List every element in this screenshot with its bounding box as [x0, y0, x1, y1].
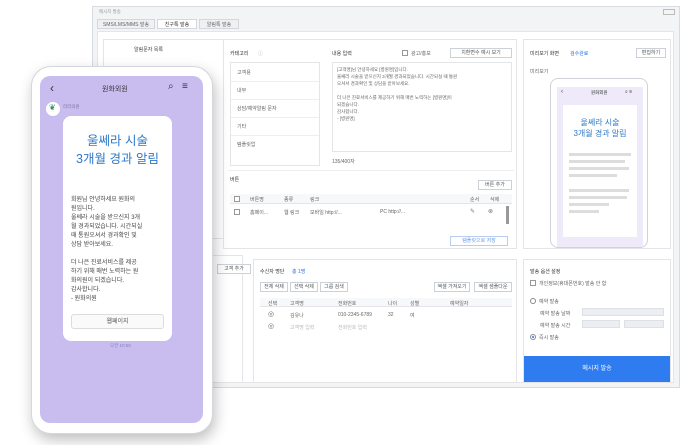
edit-icon[interactable]: ✎ — [470, 208, 475, 215]
category-list: 고객용 내부 상담/예약알림 문자 기타 템플릿업 — [230, 62, 320, 166]
save-template-button[interactable]: 템플릿으로 저장 — [450, 236, 508, 246]
category-item[interactable]: 고객용 — [237, 69, 251, 76]
preview-heading: 미리보기 화면 — [530, 51, 559, 57]
back-icon: ‹ — [561, 89, 563, 95]
byte-count: 135/400자 — [332, 159, 355, 165]
search-icon[interactable]: ⌕ — [168, 81, 174, 92]
table-row: 홈페이... 웹 링크 모바일 http://... PC http://...… — [230, 206, 512, 218]
select-target-icon[interactable]: ◎ — [268, 322, 274, 330]
ad-checkbox[interactable] — [402, 50, 408, 56]
reserve-minute-select[interactable] — [624, 320, 664, 328]
excel-import-button[interactable]: 엑셀 가져오기 — [434, 282, 470, 292]
preview-phone: ‹ 원화외원 ⌕ ≡ 울쎄라 시술 3개월 경과 알림 — [550, 78, 648, 248]
button-section-heading: 버튼 — [230, 177, 240, 183]
edit-preview-button[interactable]: 편집하기 — [636, 48, 666, 58]
table-row: ◎ 김유나 010-2345-6789 32 여 — [268, 310, 415, 319]
preview-bubble: 울쎄라 시술 3개월 경과 알림 — [563, 105, 637, 237]
reserve-date-input[interactable] — [582, 308, 664, 316]
brand-name: 리리의원 — [63, 104, 80, 109]
row-checkbox[interactable] — [234, 209, 240, 215]
webpage-button[interactable]: 웹페이지 — [71, 314, 164, 329]
message-bubble: 울쎄라 시술 3개월 경과 알림 회원님 안녕하세요 원화의 원입니다. 울쎄라… — [63, 116, 172, 341]
delete-selected-button[interactable]: 선택 삭제 — [290, 282, 318, 292]
template-list-heading: 알림문자 목록 — [134, 47, 163, 53]
immediate-label: 즉시 발송 — [539, 335, 559, 341]
add-button-button[interactable]: 버튼 추가 — [478, 180, 512, 190]
reserve-label: 예약 발송 — [539, 299, 559, 305]
group-search-button[interactable]: 그룹 검색 — [320, 282, 348, 292]
preview-panel: 미리보기 화면 검수완료 편집하기 미리보기 ‹ 원화외원 ⌕ ≡ 울쎄라 시술… — [523, 39, 671, 249]
compose-panel: 카테고리 ⓘ 고객용 내부 상담/예약알림 문자 기타 템플릿업 내용 입력 광… — [223, 39, 517, 249]
timestamp: 오전 10:58 — [110, 343, 131, 348]
table-row: ◎ 고객명 입력 전화번호 입력 — [260, 322, 512, 332]
recipients-heading: 수신자 명단 — [260, 269, 285, 275]
excel-sample-button[interactable]: 엑셀 샘플다운 — [474, 282, 512, 292]
privacy-checkbox[interactable] — [530, 280, 536, 286]
recipient-count: 총 1명 — [292, 269, 306, 275]
reserve-radio[interactable] — [530, 298, 536, 304]
phone-input[interactable]: 전화번호 입력 — [338, 324, 367, 331]
reserve-hour-select[interactable] — [582, 320, 620, 328]
preview-subheading: 미리보기 — [530, 69, 549, 75]
reserve-time-label: 예약 발송 시간 — [540, 323, 571, 329]
category-item[interactable]: 내부 — [237, 87, 246, 94]
headline-2: 3개월 경과 알림 — [76, 152, 159, 166]
send-options-heading: 발송 옵션 설정 — [530, 269, 561, 275]
recipients-panel: 수신자 명단 총 1명 전체 삭제 선택 삭제 그룹 검색 엑셀 가져오기 엑셀… — [253, 259, 517, 383]
tab-alimtalk[interactable]: 알림톡 발송 — [199, 19, 239, 29]
select-target-icon[interactable]: ◎ — [268, 310, 274, 318]
help-icon: ⓘ — [258, 51, 264, 57]
category-item[interactable]: 기타 — [237, 123, 246, 130]
tab-friendtalk[interactable]: 친구톡 발송 — [157, 19, 197, 29]
content-heading: 내용 입력 — [332, 51, 352, 57]
scrollbar[interactable] — [506, 206, 509, 224]
ad-checkbox-label: 광고/홍보 — [411, 51, 431, 57]
status-badge: 검수완료 — [570, 51, 589, 57]
button-table-header: 버튼명 종류 링크 순서 삭제 — [230, 194, 512, 204]
immediate-radio[interactable] — [530, 334, 536, 340]
select-all-checkbox[interactable] — [234, 196, 240, 202]
search-icon: ⌕ ≡ — [625, 89, 633, 95]
window-control-icon[interactable] — [663, 9, 675, 15]
privacy-checkbox-label: 개인정보(휴대폰번호) 발송 안 함 — [539, 281, 607, 287]
message-textarea[interactable]: [고객명]님 안녕하세요 [병원명]입니다. 울쎄라 시술을 받으신지 3개월 … — [332, 62, 512, 152]
name-input[interactable]: 고객명 입력 — [290, 324, 314, 331]
recipient-table-header: 선택 고객명 전화번호 나이 성별 예약일자 — [260, 298, 512, 307]
send-options-panel: 발송 옵션 설정 개인정보(휴대폰번호) 발송 안 함 예약 발송 예약 발송 … — [523, 259, 671, 383]
back-icon[interactable]: ‹ — [50, 81, 54, 95]
category-item[interactable]: 템플릿업 — [237, 141, 255, 148]
menu-icon[interactable]: ≡ — [182, 81, 188, 92]
reserve-date-label: 예약 발송 날짜 — [540, 311, 571, 317]
delete-icon[interactable]: ⊗ — [488, 208, 493, 215]
chat-title: 원화외원 — [102, 86, 128, 93]
window-title: 메시지 발송 — [99, 9, 121, 14]
delete-all-button[interactable]: 전체 삭제 — [260, 282, 288, 292]
add-customer-button[interactable]: 고객 추가 — [217, 264, 251, 274]
tab-sms[interactable]: SMS/LMS/MMS 발송 — [97, 19, 155, 29]
variable-example-button[interactable]: 치환변수 예시 보기 — [450, 48, 512, 58]
category-item[interactable]: 상담/예약알림 문자 — [237, 105, 277, 112]
leaf-icon: ❦ — [49, 103, 56, 112]
send-message-button[interactable]: 메시지 발송 — [524, 356, 670, 382]
headline-1: 울쎄라 시술 — [87, 134, 148, 148]
avatar: ❦ — [46, 102, 60, 116]
categories-heading: 카테고리 — [230, 51, 249, 57]
